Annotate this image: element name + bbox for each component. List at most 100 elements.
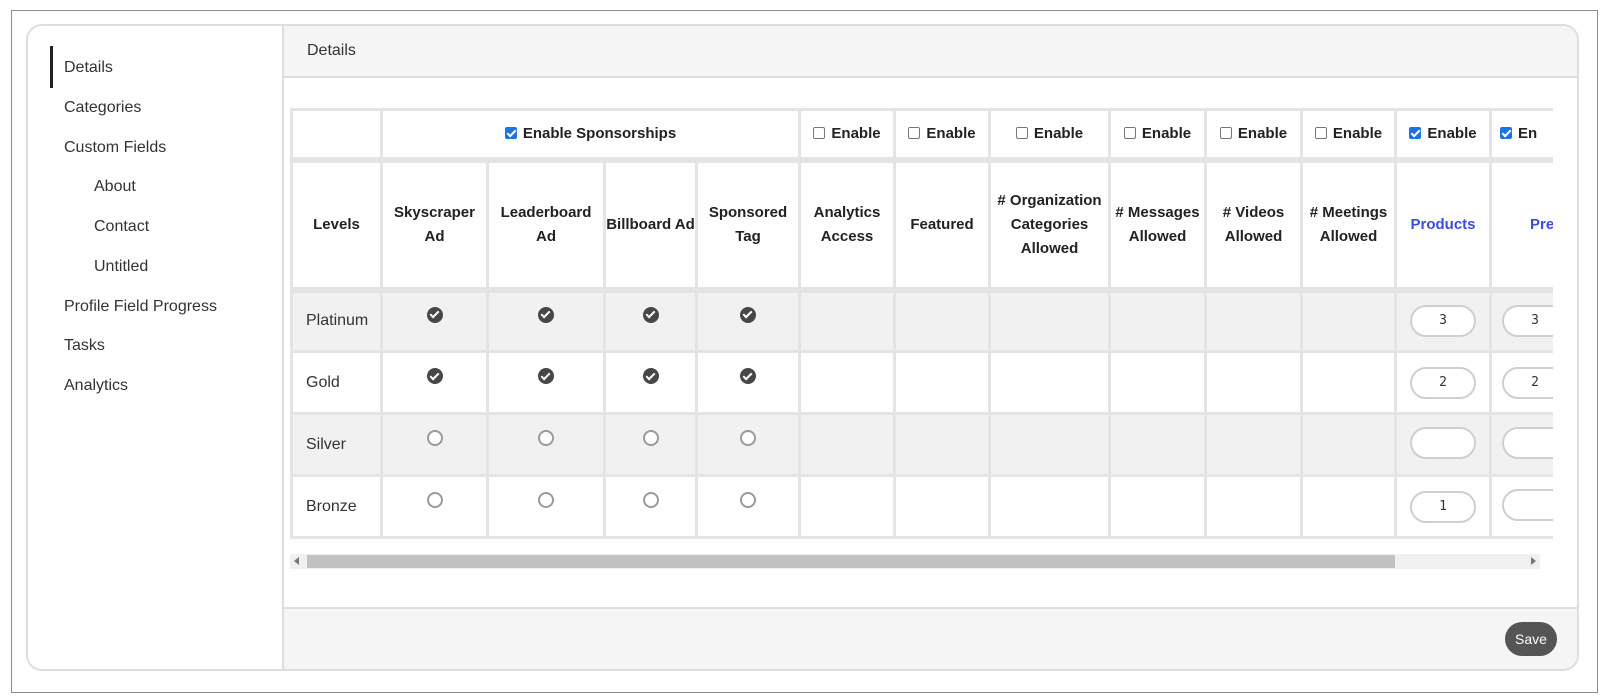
enable-sponsorships-checkbox[interactable]	[504, 127, 517, 140]
org-categories-cell	[988, 350, 1111, 415]
press-input[interactable]: 2	[1502, 366, 1553, 399]
enable-messages-checkbox[interactable]	[1123, 127, 1136, 140]
org-categories-cell	[988, 412, 1111, 477]
sponsored-check[interactable]	[695, 474, 801, 539]
empty-circle-icon[interactable]	[426, 492, 443, 509]
empty-circle-icon[interactable]	[740, 430, 756, 447]
analytics-cell	[798, 350, 896, 415]
products-input[interactable]	[1410, 426, 1476, 459]
enable-analytics-checkbox[interactable]	[813, 127, 826, 140]
check-circle-icon[interactable]	[538, 306, 554, 323]
levels-table-scroll[interactable]: Enable Sponsorships Enable Enable Enable…	[290, 108, 1553, 540]
meetings-cell	[1300, 286, 1397, 353]
enable-org-categories-checkbox[interactable]	[1015, 127, 1028, 140]
products-input[interactable]: 3	[1410, 305, 1476, 338]
check-circle-icon[interactable]	[740, 306, 756, 323]
empty-circle-icon[interactable]	[642, 492, 659, 509]
horizontal-scrollbar[interactable]	[290, 554, 1540, 569]
check-circle-icon[interactable]	[740, 368, 756, 385]
sponsored-check[interactable]	[695, 286, 801, 353]
analytics-cell	[798, 412, 896, 477]
level-name: Silver	[290, 412, 383, 477]
enable-label: Enable	[1427, 125, 1477, 143]
leaderboard-check[interactable]	[486, 350, 606, 415]
enable-products-checkbox[interactable]	[1409, 127, 1422, 140]
enable-sponsorships-cell: Enable Sponsorships	[380, 108, 801, 161]
meetings-cell	[1300, 412, 1397, 477]
enable-sponsorships-label: Enable Sponsorships	[522, 125, 677, 143]
enable-press-cell: En	[1489, 108, 1553, 161]
check-circle-icon[interactable]	[642, 368, 659, 385]
header-products[interactable]: Products	[1394, 156, 1492, 291]
check-circle-icon[interactable]	[538, 368, 554, 385]
featured-cell	[893, 350, 991, 415]
sidebar-item-profile-field-progress[interactable]: Profile Field Progress	[64, 297, 217, 317]
featured-cell	[893, 412, 991, 477]
header-org-categories: # Organization Categories Allowed	[988, 156, 1111, 291]
sidebar-item-custom-fields[interactable]: Custom Fields	[64, 138, 166, 158]
sidebar-item-analytics[interactable]: Analytics	[64, 376, 128, 396]
sidebar-item-tasks[interactable]: Tasks	[64, 336, 105, 356]
billboard-check[interactable]	[603, 350, 698, 415]
empty-circle-icon[interactable]	[426, 430, 443, 447]
press-input[interactable]	[1502, 488, 1553, 521]
main-header: Details	[284, 26, 1577, 78]
skyscraper-check[interactable]	[380, 474, 489, 539]
sidebar-item-details[interactable]: Details	[50, 46, 113, 88]
header-press-releases[interactable]: Pre Rele	[1489, 156, 1553, 291]
sidebar-item-categories[interactable]: Categories	[64, 98, 141, 118]
level-name: Platinum	[290, 286, 383, 353]
leaderboard-check[interactable]	[486, 286, 606, 353]
org-categories-cell	[988, 286, 1111, 353]
empty-circle-icon[interactable]	[538, 492, 554, 509]
enable-press-checkbox[interactable]	[1500, 127, 1512, 140]
press-input[interactable]	[1502, 426, 1553, 459]
enable-meetings-checkbox[interactable]	[1314, 127, 1327, 140]
billboard-check[interactable]	[603, 474, 698, 539]
level-name: Bronze	[290, 474, 383, 539]
empty-circle-icon[interactable]	[538, 430, 554, 447]
check-circle-icon[interactable]	[426, 306, 443, 323]
skyscraper-check[interactable]	[380, 350, 489, 415]
products-cell: 2	[1394, 350, 1492, 415]
enable-featured-cell: Enable	[893, 108, 991, 161]
products-input[interactable]: 1	[1410, 490, 1476, 523]
skyscraper-check[interactable]	[380, 286, 489, 353]
sidebar-item-contact[interactable]: Contact	[94, 217, 149, 237]
enable-videos-checkbox[interactable]	[1219, 127, 1232, 140]
billboard-check[interactable]	[603, 412, 698, 477]
messages-cell	[1108, 350, 1207, 415]
header-featured: Featured	[893, 156, 991, 291]
scroll-left-arrow-icon[interactable]	[294, 557, 299, 565]
enable-featured-checkbox[interactable]	[908, 127, 921, 140]
videos-cell	[1204, 286, 1303, 353]
main-panel: Details Enable Sponsorships Enable Enabl…	[284, 26, 1577, 669]
check-circle-icon[interactable]	[642, 306, 659, 323]
levels-table: Enable Sponsorships Enable Enable Enable…	[290, 108, 1553, 539]
press-input[interactable]: 3	[1502, 305, 1553, 338]
leaderboard-check[interactable]	[486, 412, 606, 477]
sidebar: Details Categories Custom Fields About C…	[28, 26, 284, 669]
level-name: Gold	[290, 350, 383, 415]
save-button[interactable]: Save	[1505, 622, 1557, 656]
products-input[interactable]: 2	[1410, 366, 1476, 399]
empty-circle-icon[interactable]	[642, 430, 659, 447]
skyscraper-check[interactable]	[380, 412, 489, 477]
sidebar-item-about[interactable]: About	[94, 177, 136, 197]
sponsored-check[interactable]	[695, 412, 801, 477]
header-skyscraper-ad: Skyscraper Ad	[380, 156, 489, 291]
leaderboard-check[interactable]	[486, 474, 606, 539]
enable-messages-cell: Enable	[1108, 108, 1207, 161]
scrollbar-thumb[interactable]	[307, 555, 1395, 568]
sidebar-item-untitled[interactable]: Untitled	[94, 257, 148, 277]
scroll-right-arrow-icon[interactable]	[1531, 557, 1536, 565]
products-cell: 3	[1394, 286, 1492, 353]
empty-circle-icon[interactable]	[740, 492, 756, 509]
billboard-check[interactable]	[603, 286, 698, 353]
header-levels: Levels	[290, 156, 383, 291]
check-circle-icon[interactable]	[426, 368, 443, 385]
meetings-cell	[1300, 350, 1397, 415]
sponsored-check[interactable]	[695, 350, 801, 415]
org-categories-cell	[988, 474, 1111, 539]
analytics-cell	[798, 474, 896, 539]
